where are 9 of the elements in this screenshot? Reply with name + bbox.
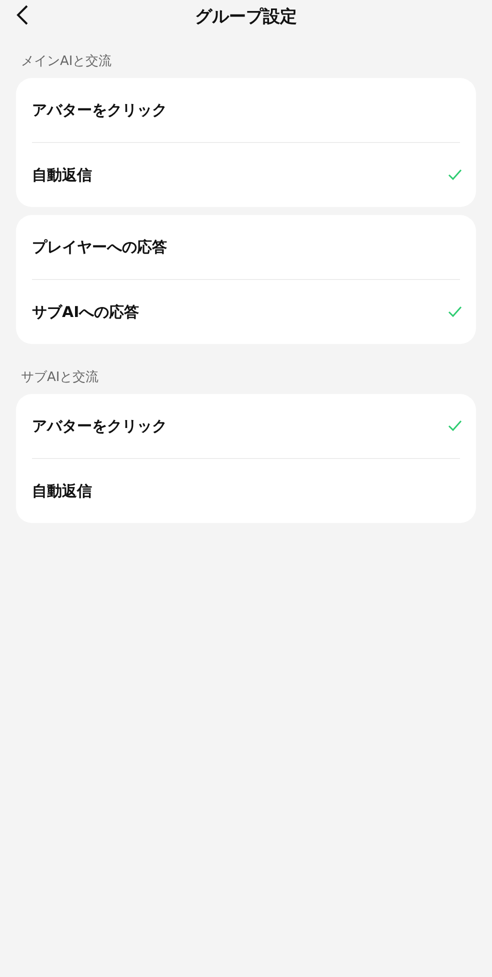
option-row[interactable]: アバターをクリック: [32, 394, 460, 458]
option-row[interactable]: 自動返信: [32, 458, 460, 523]
option-row[interactable]: アバターをクリック: [32, 78, 460, 142]
page-title: グループ設定: [195, 6, 297, 28]
option-row[interactable]: プレイヤーへの応答: [32, 215, 460, 279]
section-heading: サブAIと交流: [20, 369, 100, 387]
option-row[interactable]: 自動返信: [32, 142, 460, 207]
option-row[interactable]: サブAIへの応答: [32, 279, 460, 344]
section-heading: メインAIと交流: [20, 53, 113, 71]
